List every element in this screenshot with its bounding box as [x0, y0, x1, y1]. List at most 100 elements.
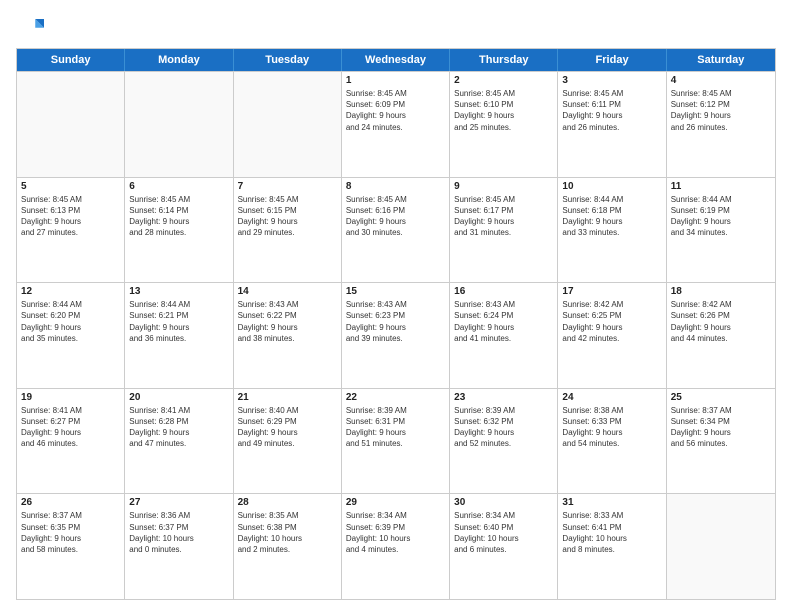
- cell-info: Sunrise: 8:45 AM Sunset: 6:14 PM Dayligh…: [129, 194, 228, 239]
- day-number: 22: [346, 392, 445, 403]
- cell-info: Sunrise: 8:44 AM Sunset: 6:20 PM Dayligh…: [21, 299, 120, 344]
- day-number: 15: [346, 286, 445, 297]
- calendar-cell: 17 Sunrise: 8:42 AM Sunset: 6:25 PM Dayli…: [558, 283, 666, 388]
- cell-info: Sunrise: 8:45 AM Sunset: 6:12 PM Dayligh…: [671, 88, 771, 133]
- weekday-header: Saturday: [667, 49, 775, 71]
- page: SundayMondayTuesdayWednesdayThursdayFrid…: [0, 0, 792, 612]
- day-number: 12: [21, 286, 120, 297]
- calendar-cell: 18 Sunrise: 8:42 AM Sunset: 6:26 PM Dayli…: [667, 283, 775, 388]
- cell-info: Sunrise: 8:41 AM Sunset: 6:28 PM Dayligh…: [129, 405, 228, 450]
- day-number: 14: [238, 286, 337, 297]
- cell-info: Sunrise: 8:42 AM Sunset: 6:26 PM Dayligh…: [671, 299, 771, 344]
- cell-info: Sunrise: 8:44 AM Sunset: 6:19 PM Dayligh…: [671, 194, 771, 239]
- cell-info: Sunrise: 8:33 AM Sunset: 6:41 PM Dayligh…: [562, 510, 661, 555]
- cell-info: Sunrise: 8:44 AM Sunset: 6:21 PM Dayligh…: [129, 299, 228, 344]
- day-number: 10: [562, 181, 661, 192]
- calendar-cell: 1 Sunrise: 8:45 AM Sunset: 6:09 PM Daylig…: [342, 72, 450, 177]
- calendar-cell: 14 Sunrise: 8:43 AM Sunset: 6:22 PM Dayli…: [234, 283, 342, 388]
- calendar-cell: [667, 494, 775, 599]
- weekday-header: Sunday: [17, 49, 125, 71]
- calendar-cell: 23Sunrise: 8:39 AM Sunset: 6:32 PM Dayli…: [450, 389, 558, 494]
- weekday-header: Thursday: [450, 49, 558, 71]
- logo: [16, 12, 48, 40]
- cell-info: Sunrise: 8:39 AM Sunset: 6:32 PM Dayligh…: [454, 405, 553, 450]
- cell-info: Sunrise: 8:39 AM Sunset: 6:31 PM Dayligh…: [346, 405, 445, 450]
- calendar-row: 19 Sunrise: 8:41 AM Sunset: 6:27 PM Dayli…: [17, 388, 775, 494]
- cell-info: Sunrise: 8:34 AM Sunset: 6:39 PM Dayligh…: [346, 510, 445, 555]
- day-number: 18: [671, 286, 771, 297]
- calendar-cell: 28 Sunrise: 8:35 AM Sunset: 6:38 PM Dayli…: [234, 494, 342, 599]
- day-number: 24: [562, 392, 661, 403]
- cell-info: Sunrise: 8:41 AM Sunset: 6:27 PM Dayligh…: [21, 405, 120, 450]
- calendar-cell: 30 Sunrise: 8:34 AM Sunset: 6:40 PM Dayli…: [450, 494, 558, 599]
- cell-info: Sunrise: 8:44 AM Sunset: 6:18 PM Dayligh…: [562, 194, 661, 239]
- day-number: 21: [238, 392, 337, 403]
- calendar-cell: 31 Sunrise: 8:33 AM Sunset: 6:41 PM Dayli…: [558, 494, 666, 599]
- calendar-cell: 21 Sunrise: 8:40 AM Sunset: 6:29 PM Dayli…: [234, 389, 342, 494]
- calendar-row: 1 Sunrise: 8:45 AM Sunset: 6:09 PM Daylig…: [17, 71, 775, 177]
- day-number: 1: [346, 75, 445, 86]
- cell-info: Sunrise: 8:43 AM Sunset: 6:22 PM Dayligh…: [238, 299, 337, 344]
- calendar-cell: 29 Sunrise: 8:34 AM Sunset: 6:39 PM Dayli…: [342, 494, 450, 599]
- day-number: 31: [562, 497, 661, 508]
- day-number: 9: [454, 181, 553, 192]
- calendar-cell: 22 Sunrise: 8:39 AM Sunset: 6:31 PM Dayli…: [342, 389, 450, 494]
- cell-info: Sunrise: 8:45 AM Sunset: 6:13 PM Dayligh…: [21, 194, 120, 239]
- calendar-cell: 12 Sunrise: 8:44 AM Sunset: 6:20 PM Dayli…: [17, 283, 125, 388]
- day-number: 4: [671, 75, 771, 86]
- weekday-header: Friday: [558, 49, 666, 71]
- day-number: 25: [671, 392, 771, 403]
- day-number: 7: [238, 181, 337, 192]
- day-number: 11: [671, 181, 771, 192]
- day-number: 20: [129, 392, 228, 403]
- calendar-cell: 15 Sunrise: 8:43 AM Sunset: 6:23 PM Dayli…: [342, 283, 450, 388]
- calendar-cell: 4 Sunrise: 8:45 AM Sunset: 6:12 PM Daylig…: [667, 72, 775, 177]
- cell-info: Sunrise: 8:43 AM Sunset: 6:23 PM Dayligh…: [346, 299, 445, 344]
- weekday-header: Monday: [125, 49, 233, 71]
- cell-info: Sunrise: 8:45 AM Sunset: 6:16 PM Dayligh…: [346, 194, 445, 239]
- calendar-cell: 11 Sunrise: 8:44 AM Sunset: 6:19 PM Dayli…: [667, 178, 775, 283]
- calendar-cell: [234, 72, 342, 177]
- calendar-cell: 10 Sunrise: 8:44 AM Sunset: 6:18 PM Dayli…: [558, 178, 666, 283]
- calendar-cell: 6Sunrise: 8:45 AM Sunset: 6:14 PM Daylig…: [125, 178, 233, 283]
- calendar-row: 26Sunrise: 8:37 AM Sunset: 6:35 PM Dayli…: [17, 493, 775, 599]
- calendar-cell: 25 Sunrise: 8:37 AM Sunset: 6:34 PM Dayli…: [667, 389, 775, 494]
- cell-info: Sunrise: 8:45 AM Sunset: 6:09 PM Dayligh…: [346, 88, 445, 133]
- cell-info: Sunrise: 8:36 AM Sunset: 6:37 PM Dayligh…: [129, 510, 228, 555]
- weekday-header: Wednesday: [342, 49, 450, 71]
- day-number: 29: [346, 497, 445, 508]
- day-number: 17: [562, 286, 661, 297]
- cell-info: Sunrise: 8:38 AM Sunset: 6:33 PM Dayligh…: [562, 405, 661, 450]
- calendar-cell: 19 Sunrise: 8:41 AM Sunset: 6:27 PM Dayli…: [17, 389, 125, 494]
- calendar-cell: 20 Sunrise: 8:41 AM Sunset: 6:28 PM Dayli…: [125, 389, 233, 494]
- calendar-header: SundayMondayTuesdayWednesdayThursdayFrid…: [17, 49, 775, 71]
- day-number: 3: [562, 75, 661, 86]
- day-number: 30: [454, 497, 553, 508]
- calendar-cell: 3 Sunrise: 8:45 AM Sunset: 6:11 PM Daylig…: [558, 72, 666, 177]
- calendar-cell: [17, 72, 125, 177]
- calendar-body: 1 Sunrise: 8:45 AM Sunset: 6:09 PM Daylig…: [17, 71, 775, 599]
- calendar-cell: 5 Sunrise: 8:45 AM Sunset: 6:13 PM Daylig…: [17, 178, 125, 283]
- calendar-cell: 24 Sunrise: 8:38 AM Sunset: 6:33 PM Dayli…: [558, 389, 666, 494]
- calendar-cell: 9Sunrise: 8:45 AM Sunset: 6:17 PM Daylig…: [450, 178, 558, 283]
- calendar-row: 12 Sunrise: 8:44 AM Sunset: 6:20 PM Dayli…: [17, 282, 775, 388]
- logo-icon: [16, 12, 44, 40]
- day-number: 19: [21, 392, 120, 403]
- cell-info: Sunrise: 8:40 AM Sunset: 6:29 PM Dayligh…: [238, 405, 337, 450]
- day-number: 8: [346, 181, 445, 192]
- day-number: 28: [238, 497, 337, 508]
- cell-info: Sunrise: 8:37 AM Sunset: 6:34 PM Dayligh…: [671, 405, 771, 450]
- day-number: 27: [129, 497, 228, 508]
- cell-info: Sunrise: 8:45 AM Sunset: 6:10 PM Dayligh…: [454, 88, 553, 133]
- day-number: 16: [454, 286, 553, 297]
- day-number: 13: [129, 286, 228, 297]
- cell-info: Sunrise: 8:42 AM Sunset: 6:25 PM Dayligh…: [562, 299, 661, 344]
- cell-info: Sunrise: 8:35 AM Sunset: 6:38 PM Dayligh…: [238, 510, 337, 555]
- calendar-cell: 7Sunrise: 8:45 AM Sunset: 6:15 PM Daylig…: [234, 178, 342, 283]
- day-number: 5: [21, 181, 120, 192]
- cell-info: Sunrise: 8:45 AM Sunset: 6:11 PM Dayligh…: [562, 88, 661, 133]
- calendar-row: 5 Sunrise: 8:45 AM Sunset: 6:13 PM Daylig…: [17, 177, 775, 283]
- cell-info: Sunrise: 8:34 AM Sunset: 6:40 PM Dayligh…: [454, 510, 553, 555]
- calendar: SundayMondayTuesdayWednesdayThursdayFrid…: [16, 48, 776, 600]
- calendar-cell: 16Sunrise: 8:43 AM Sunset: 6:24 PM Dayli…: [450, 283, 558, 388]
